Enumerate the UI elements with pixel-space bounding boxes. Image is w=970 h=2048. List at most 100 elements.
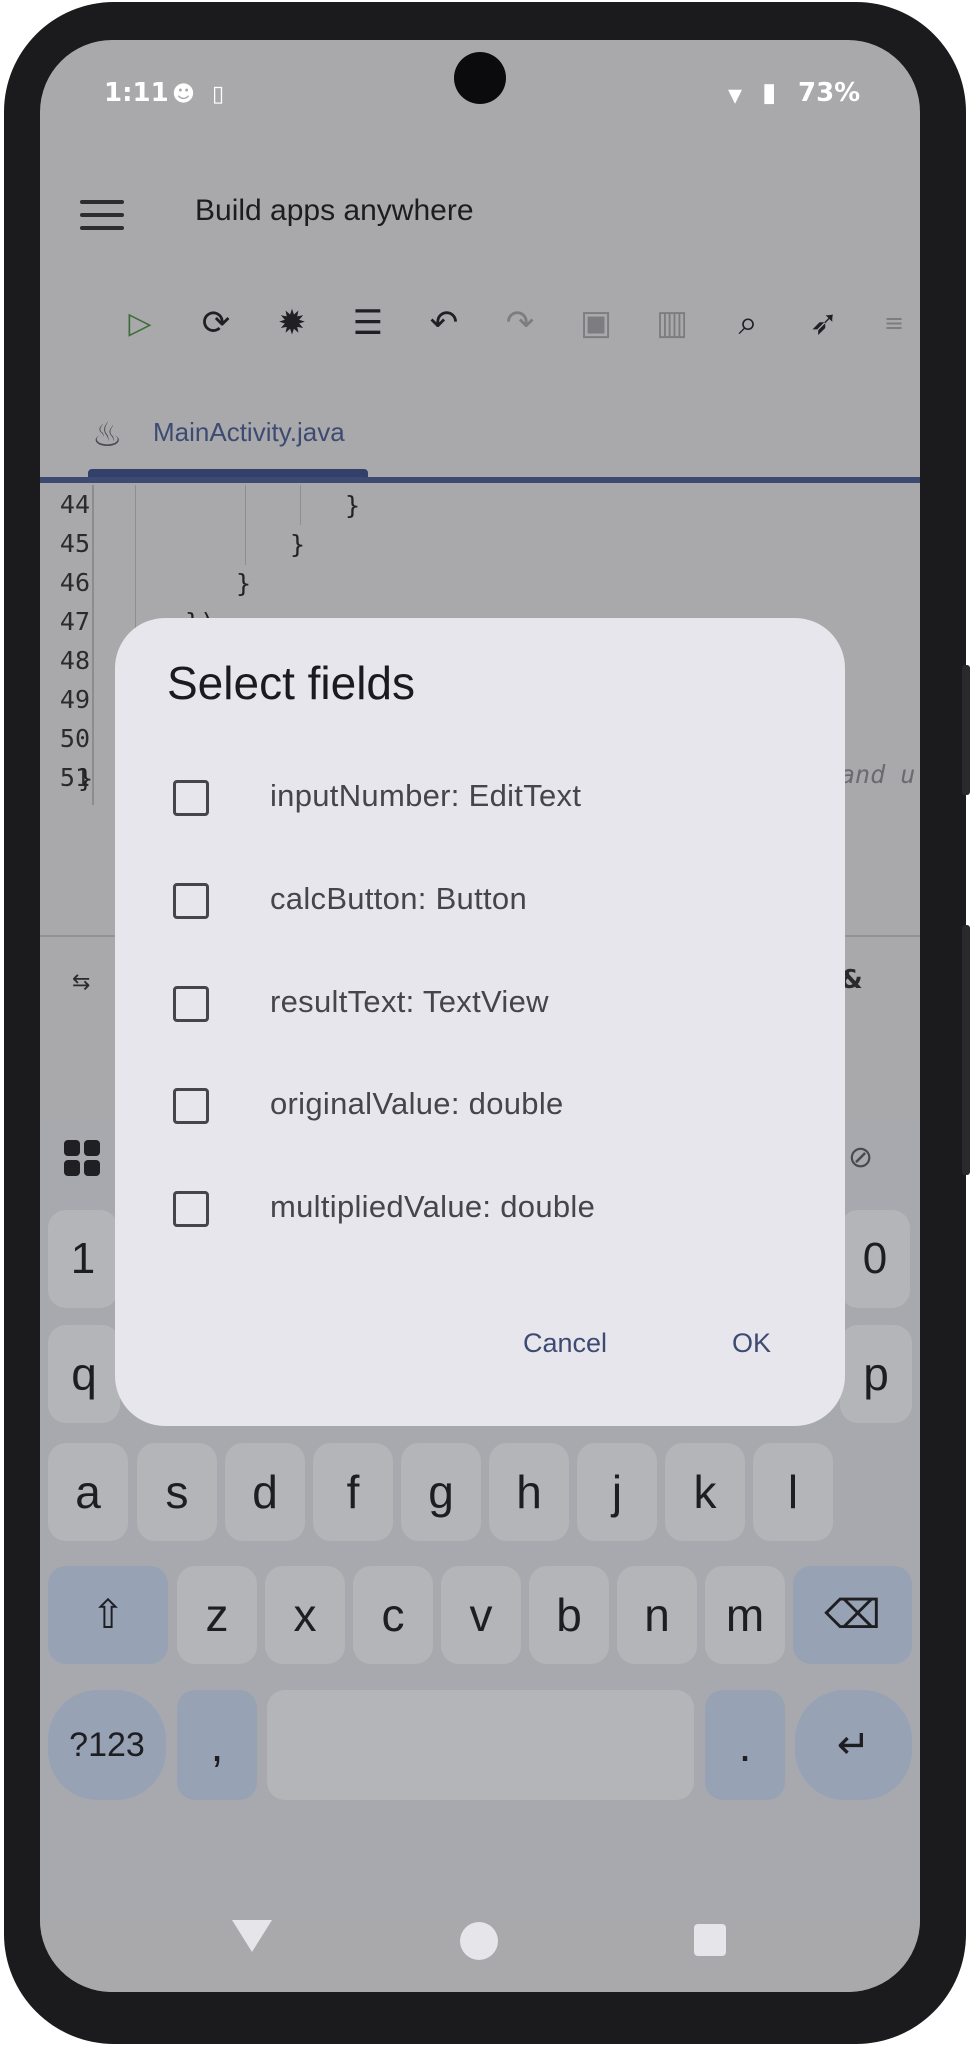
indent-guide (245, 485, 246, 565)
field-label: calcButton: Button (270, 881, 528, 916)
key-1[interactable]: 1 (48, 1210, 118, 1308)
line-numbers: 44 45 46 47 48 49 50 51 (40, 485, 90, 797)
line-number: 44 (59, 490, 90, 519)
recents-icon[interactable] (694, 1924, 726, 1956)
volume-button (962, 665, 970, 795)
device-icon: ▯ (212, 82, 225, 107)
preview-icon[interactable]: ▥ (644, 295, 700, 351)
line-number: 48 (59, 646, 90, 675)
key-0[interactable]: 0 (840, 1210, 910, 1308)
tab-main-activity[interactable]: MainActivity.java (153, 417, 345, 448)
comma-key[interactable]: , (177, 1690, 257, 1800)
field-label: resultText: TextView (270, 984, 549, 1019)
code-line: } (345, 491, 361, 520)
key-s[interactable]: s (137, 1443, 217, 1541)
key-v[interactable]: v (441, 1566, 521, 1664)
key-a[interactable]: a (48, 1443, 128, 1541)
menu-icon[interactable] (80, 200, 124, 230)
app-title: Build apps anywhere (195, 194, 474, 227)
key-n[interactable]: n (617, 1566, 697, 1664)
ok-button[interactable]: OK (732, 1328, 771, 1359)
field-option[interactable]: calcButton: Button (115, 863, 845, 943)
period-key[interactable]: . (705, 1690, 785, 1800)
code-line: } (78, 764, 94, 793)
key-p[interactable]: p (840, 1325, 912, 1423)
battery-level: 73% (798, 78, 861, 108)
enter-key[interactable]: ↵ (795, 1690, 912, 1800)
power-button (962, 925, 970, 1175)
editor-toolbar: ▷ ⟳ ✹ ☰ ↶ ↷ ▣ ▥ ⌕ ➶ ≡ (40, 295, 920, 365)
line-number: 50 (59, 724, 90, 753)
shift-key[interactable]: ⇧ (48, 1566, 168, 1664)
line-number: 47 (59, 607, 90, 636)
play-icon[interactable]: ▷ (112, 295, 168, 351)
wifi-icon: ▾ (728, 78, 743, 111)
field-label: multipliedValue: double (270, 1189, 596, 1224)
mic-off-icon[interactable]: ⊘ (848, 1140, 873, 1175)
indent-guide (300, 485, 301, 525)
back-icon[interactable] (232, 1920, 272, 1952)
field-option[interactable]: multipliedValue: double (115, 1171, 845, 1251)
inline-hint: and u (840, 760, 916, 789)
field-option[interactable]: originalValue: double (115, 1068, 845, 1148)
gutter-divider (92, 485, 94, 805)
search-icon[interactable]: ⌕ (720, 295, 776, 351)
screen: 1:11 ☻ ▯ ▾ ▮ 73% Build apps anywhere ▷ ⟳… (40, 40, 920, 1992)
key-g[interactable]: g (401, 1443, 481, 1541)
status-bar: 1:11 ☻ ▯ ▾ ▮ 73% (40, 40, 920, 150)
field-label: inputNumber: EditText (270, 778, 582, 813)
notification-icon: ☻ (172, 82, 195, 107)
key-h[interactable]: h (489, 1443, 569, 1541)
line-number: 45 (59, 529, 90, 558)
symbols-key[interactable]: ?123 (48, 1690, 166, 1800)
line-number: 49 (59, 685, 90, 714)
field-checkbox[interactable] (173, 1191, 209, 1227)
phone: 1:11 ☻ ▯ ▾ ▮ 73% Build apps anywhere ▷ ⟳… (0, 0, 970, 2048)
home-icon[interactable] (460, 1922, 498, 1960)
key-j[interactable]: j (577, 1443, 657, 1541)
undo-icon[interactable]: ↶ (416, 295, 472, 351)
cancel-button[interactable]: Cancel (523, 1328, 607, 1359)
battery-icon: ▮ (762, 78, 777, 108)
more-icon[interactable]: ≡ (866, 295, 920, 351)
field-option[interactable]: resultText: TextView (115, 966, 845, 1046)
sync-icon[interactable]: ⟳ (188, 295, 244, 351)
backspace-key[interactable]: ⌫ (793, 1566, 912, 1664)
layout-icon[interactable]: ☰ (340, 295, 396, 351)
key-z[interactable]: z (177, 1566, 257, 1664)
rocket-icon[interactable]: ➶ (796, 295, 852, 351)
select-fields-dialog: Select fields inputNumber: EditText calc… (115, 618, 845, 1426)
code-line: } (236, 569, 252, 598)
redo-icon[interactable]: ↷ (492, 295, 548, 351)
field-checkbox[interactable] (173, 780, 209, 816)
java-file-icon: ♨ (92, 415, 123, 455)
field-checkbox[interactable] (173, 883, 209, 919)
key-c[interactable]: c (353, 1566, 433, 1664)
dialog-title: Select fields (167, 657, 416, 709)
active-tab-indicator (88, 469, 368, 477)
key-f[interactable]: f (313, 1443, 393, 1541)
field-option[interactable]: inputNumber: EditText (115, 760, 845, 840)
key-k[interactable]: k (665, 1443, 745, 1541)
key-b[interactable]: b (529, 1566, 609, 1664)
space-key[interactable] (267, 1690, 694, 1800)
line-number: 46 (59, 568, 90, 597)
tab-key-icon[interactable]: ⇆ (72, 970, 90, 995)
key-m[interactable]: m (705, 1566, 785, 1664)
navigation-bar (40, 1920, 920, 1992)
key-d[interactable]: d (225, 1443, 305, 1541)
apps-grid-icon[interactable] (64, 1140, 102, 1178)
app-bar: Build apps anywhere (40, 180, 920, 280)
status-time: 1:11 (104, 78, 169, 108)
tab-divider (40, 477, 920, 483)
key-l[interactable]: l (753, 1443, 833, 1541)
debug-icon[interactable]: ✹ (264, 295, 320, 351)
code-line: } (290, 530, 306, 559)
field-checkbox[interactable] (173, 986, 209, 1022)
field-checkbox[interactable] (173, 1088, 209, 1124)
key-x[interactable]: x (265, 1566, 345, 1664)
file-tab-bar: ♨ MainActivity.java (40, 395, 920, 490)
save-icon[interactable]: ▣ (568, 295, 624, 351)
field-label: originalValue: double (270, 1086, 564, 1121)
key-q[interactable]: q (48, 1325, 120, 1423)
